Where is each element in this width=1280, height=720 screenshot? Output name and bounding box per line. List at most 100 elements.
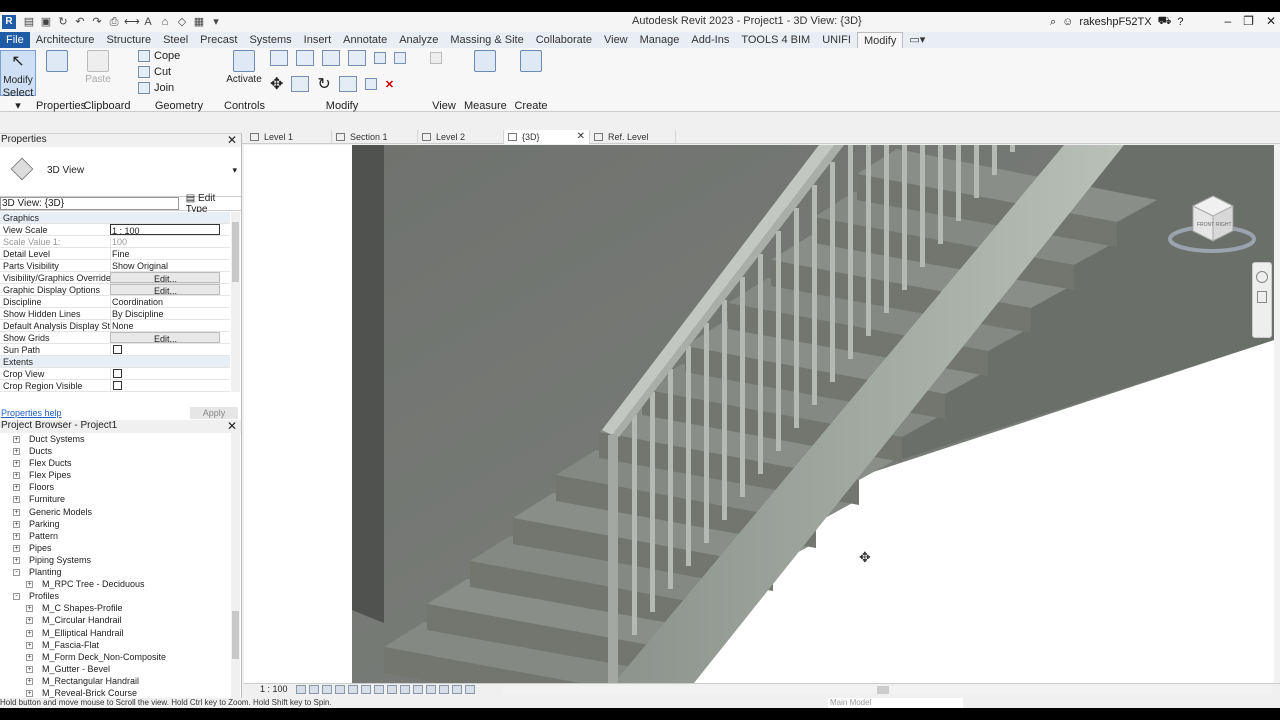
expand-icon[interactable]: + (26, 605, 33, 613)
type-selector[interactable]: 3D View ▾ (0, 147, 241, 197)
checkbox[interactable] (113, 381, 122, 390)
help-icon[interactable]: ? (1177, 16, 1183, 28)
shadows-icon[interactable] (335, 685, 345, 694)
delete-icon[interactable]: ✕ (385, 78, 394, 91)
join-button[interactable]: Join (138, 82, 174, 94)
viewcube[interactable]: FRONT RIGHT (1168, 181, 1258, 261)
expand-icon[interactable]: + (26, 617, 33, 625)
temp-hide-icon[interactable] (400, 685, 410, 694)
expand-icon[interactable]: + (26, 653, 33, 661)
save-icon[interactable]: ▣ (39, 15, 53, 29)
view-scale[interactable]: 1 : 100 (260, 684, 288, 694)
tab-steel[interactable]: Steel (157, 32, 194, 48)
browser-tree-item[interactable]: + M_C Shapes-Profile (0, 602, 230, 614)
expand-icon[interactable]: + (13, 532, 20, 540)
property-section[interactable]: Extents (0, 356, 230, 368)
tab-level-2[interactable]: Level 2 (418, 130, 504, 144)
expand-icon[interactable]: + (13, 520, 20, 528)
expand-icon[interactable]: + (13, 556, 20, 564)
sync-icon[interactable]: ↻ (56, 15, 70, 29)
browser-tree-item[interactable]: + M_Circular Handrail (0, 614, 230, 626)
move-icon[interactable]: ✥ (270, 74, 283, 94)
browser-tree-item[interactable]: + M_RPC Tree - Deciduous (0, 578, 230, 590)
reveal-hidden-icon[interactable] (413, 685, 423, 694)
paste-button[interactable]: Paste (80, 50, 116, 96)
browser-tree-item[interactable]: + Parking (0, 518, 230, 530)
property-value[interactable]: Edit... (110, 284, 220, 296)
property-value[interactable]: Edit... (110, 272, 220, 284)
expand-icon[interactable]: + (26, 581, 33, 589)
browser-tree-item[interactable]: - Profiles (0, 590, 230, 602)
expand-icon[interactable]: + (13, 484, 20, 492)
expand-icon[interactable]: + (26, 689, 33, 697)
browser-tree-item[interactable]: + M_Fascia-Flat (0, 639, 230, 651)
tab-collaborate[interactable]: Collaborate (530, 32, 598, 48)
hide-icon[interactable] (430, 52, 442, 64)
checkbox[interactable] (113, 369, 122, 378)
measure-button[interactable] (467, 50, 503, 96)
cart-icon[interactable]: ⛟ (1158, 15, 1172, 29)
tab-architecture[interactable]: Architecture (30, 32, 101, 48)
open-icon[interactable]: ▤ (22, 15, 36, 29)
rotate-icon[interactable]: ↻ (317, 74, 330, 94)
expand-icon[interactable]: + (13, 472, 20, 480)
tab-massing-site[interactable]: Massing & Site (444, 32, 529, 48)
expand-icon[interactable]: + (13, 448, 20, 456)
browser-tree-item[interactable]: + Flex Ducts (0, 457, 230, 469)
property-checkbox[interactable] (110, 368, 220, 379)
copy-icon[interactable] (291, 76, 310, 92)
create-group-button[interactable] (513, 50, 549, 96)
expand-icon[interactable]: + (26, 665, 33, 673)
expand-icon[interactable]: + (13, 436, 20, 443)
tab-analyze[interactable]: Analyze (393, 32, 444, 48)
qat-dropdown-icon[interactable]: ▾ (209, 15, 223, 29)
cut-button[interactable]: Cut (138, 66, 171, 78)
search-icon[interactable]: ⌕ (1050, 16, 1056, 29)
instance-selector[interactable]: 3D View: {3D} (0, 197, 179, 210)
close-browser-icon[interactable]: ✕ (227, 419, 237, 433)
property-checkbox[interactable] (110, 344, 220, 355)
highlight-icon[interactable] (452, 685, 462, 694)
steering-wheel-icon[interactable] (1256, 271, 1268, 283)
tab-modify[interactable]: Modify (856, 32, 904, 48)
tab-3d[interactable]: {3D} ✕ (504, 130, 590, 144)
expand-icon[interactable]: + (13, 496, 20, 504)
property-value[interactable]: 1 : 100 (110, 224, 220, 236)
analysis-icon[interactable] (439, 685, 449, 694)
render-icon[interactable] (348, 685, 358, 694)
tab-insert[interactable]: Insert (298, 32, 338, 48)
tab-add-ins[interactable]: Add-Ins (685, 32, 735, 48)
chevron-down-icon[interactable]: ▾ (232, 165, 237, 176)
switch-windows-icon[interactable]: ▦ (192, 15, 206, 29)
property-section[interactable]: Graphics (0, 212, 230, 224)
align-icon[interactable] (270, 50, 288, 66)
text-icon[interactable]: A (141, 15, 155, 29)
property-value[interactable]: By Discipline (110, 308, 220, 319)
tab-ref-level[interactable]: Ref. Level (590, 130, 676, 144)
offset-icon[interactable] (296, 50, 314, 66)
expand-icon[interactable]: + (26, 677, 33, 685)
mirror-axis-icon[interactable] (348, 50, 366, 66)
property-value[interactable]: Edit... (110, 332, 220, 344)
mirror-icon[interactable] (322, 50, 340, 66)
browser-tree-item[interactable]: + Ducts (0, 445, 230, 457)
close-tab-icon[interactable]: ✕ (577, 130, 585, 144)
print-icon[interactable]: ⎙ (107, 15, 121, 29)
viewport-hscroll[interactable] (502, 686, 1272, 694)
browser-tree-item[interactable]: + M_Gutter - Bevel (0, 663, 230, 675)
worksharing-icon[interactable] (426, 685, 436, 694)
viewport-vscroll[interactable] (1274, 145, 1280, 683)
apply-button[interactable]: Apply (190, 407, 238, 419)
collapse-icon[interactable]: - (13, 569, 20, 577)
expand-icon[interactable]: + (13, 460, 20, 468)
expand-icon[interactable]: + (26, 629, 33, 637)
browser-tree-item[interactable]: - Planting (0, 566, 230, 578)
browser-tree-item[interactable]: + Pattern (0, 530, 230, 542)
properties-help-link[interactable]: Properties help (1, 408, 62, 418)
close-properties-icon[interactable]: ✕ (227, 133, 237, 147)
show-constraints-icon[interactable] (465, 685, 475, 694)
checkbox[interactable] (113, 345, 122, 354)
tab-annotate[interactable]: Annotate (337, 32, 393, 48)
tab-tools-4-bim[interactable]: TOOLS 4 BIM (735, 32, 816, 48)
user-name[interactable]: rakeshpF52TX (1079, 16, 1151, 28)
